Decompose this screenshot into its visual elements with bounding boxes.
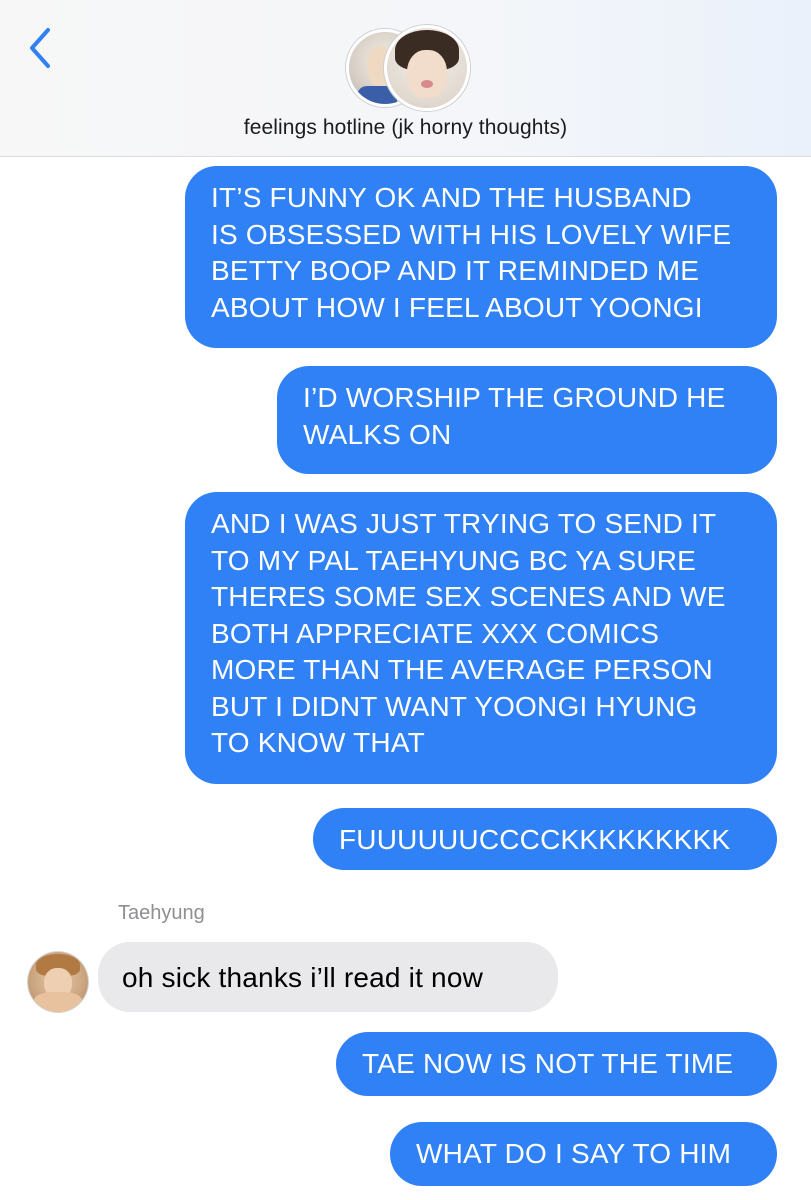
back-button[interactable]	[24, 26, 58, 70]
sender-name: Taehyung	[118, 902, 205, 924]
avatar-photo-face	[407, 50, 447, 98]
group-avatar-stack[interactable]	[344, 25, 470, 111]
sent-message-bubble[interactable]: AND I WAS JUST TRYING TO SEND IT TO MY P…	[185, 492, 777, 784]
received-message-bubble[interactable]: oh sick thanks i’ll read it now	[98, 942, 558, 1012]
sent-message-bubble[interactable]: FUUUUUUCCCCKKKKKKKKK	[313, 808, 777, 870]
sent-message-bubble[interactable]: WHAT DO I SAY TO HIM	[390, 1122, 777, 1186]
sender-avatar[interactable]	[28, 952, 88, 1012]
sent-message-bubble[interactable]: I’D WORSHIP THE GROUND HE WALKS ON	[277, 366, 777, 474]
avatar-photo-detail	[34, 992, 82, 1012]
conversation-header: feelings hotline (jk horny thoughts)	[0, 0, 811, 157]
member-avatar	[384, 25, 470, 111]
sent-message-bubble[interactable]: IT’S FUNNY OK AND THE HUSBAND IS OBSESSE…	[185, 166, 777, 348]
group-name[interactable]: feelings hotline (jk horny thoughts)	[0, 116, 811, 140]
chevron-left-icon[interactable]	[24, 26, 58, 70]
sent-message-bubble[interactable]: TAE NOW IS NOT THE TIME	[336, 1032, 777, 1096]
avatar-photo-detail	[421, 80, 433, 88]
